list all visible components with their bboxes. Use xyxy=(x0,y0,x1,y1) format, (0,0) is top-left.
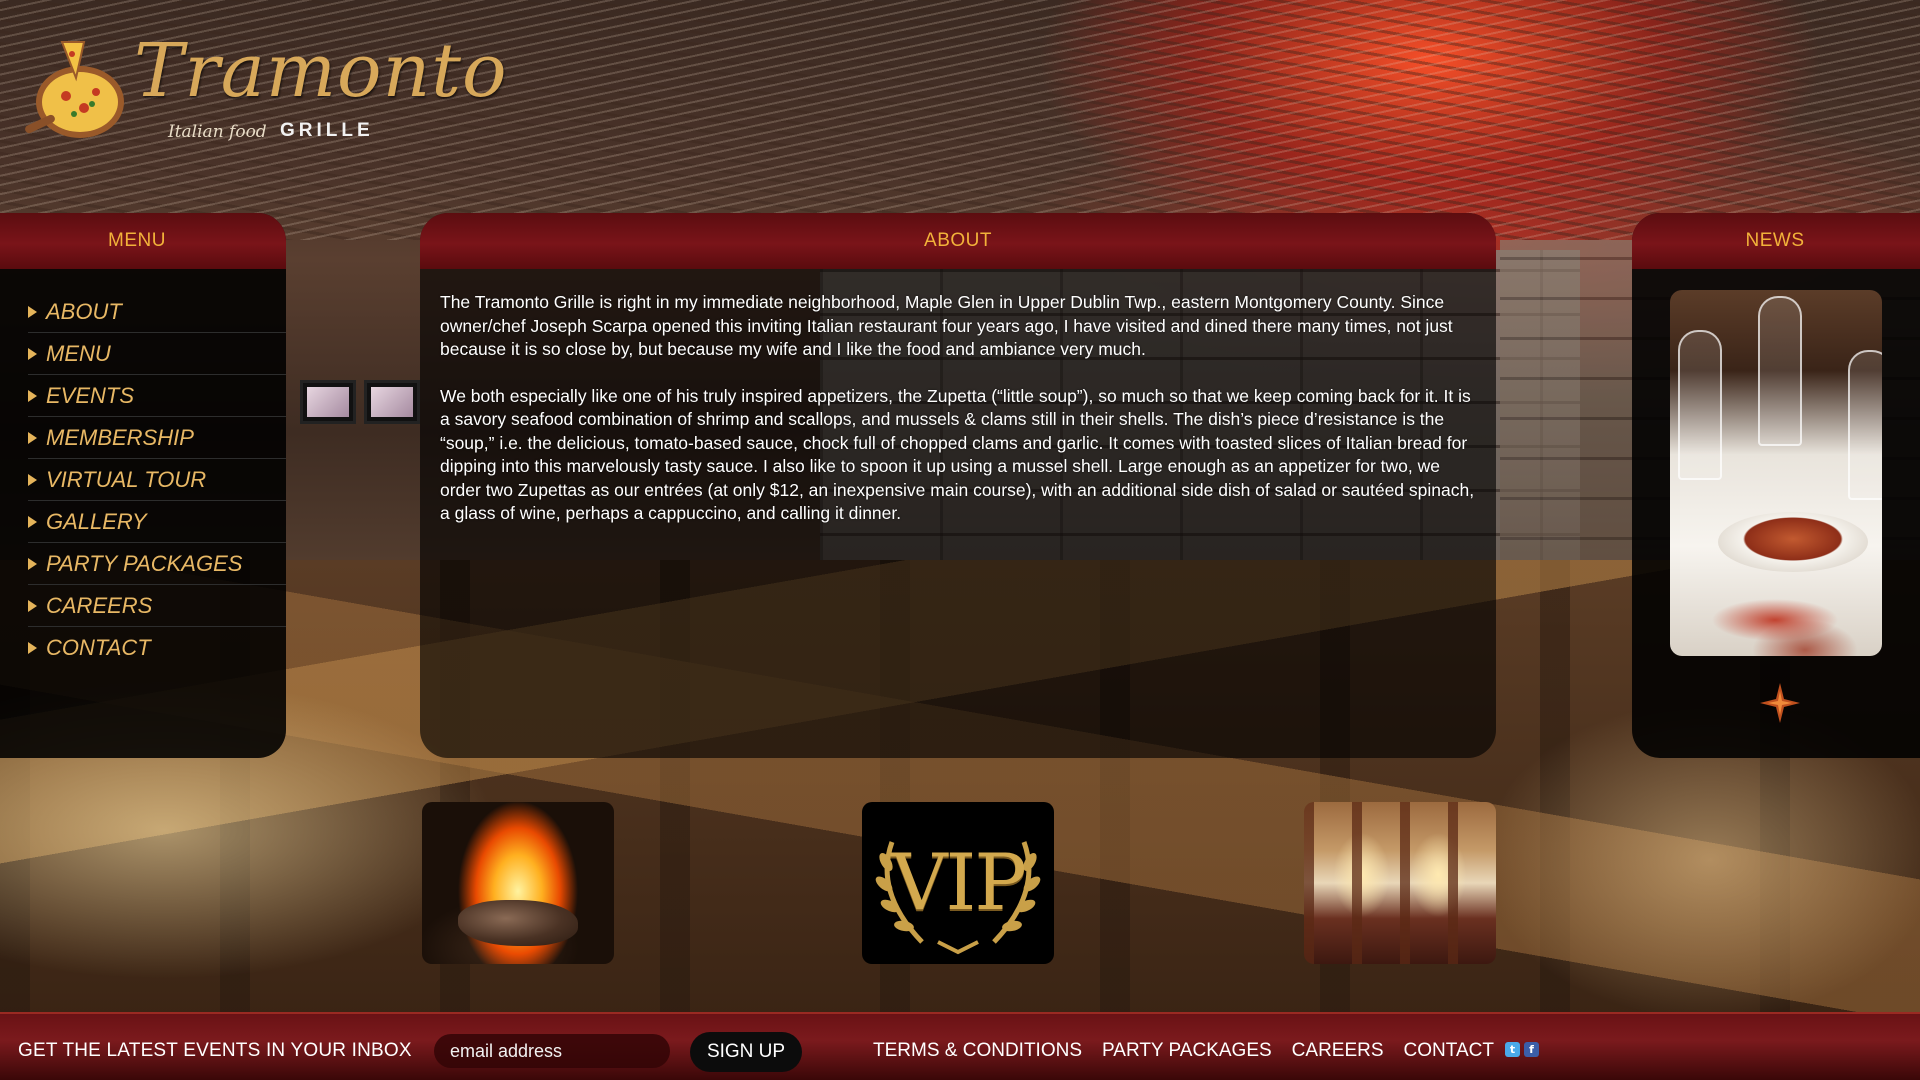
food-plate xyxy=(1718,512,1868,572)
footer-link-party-packages[interactable]: PARTY PACKAGES xyxy=(1102,1040,1272,1062)
social-links: t f xyxy=(1505,1042,1539,1057)
about-paragraph: We both especially like one of his truly… xyxy=(440,385,1475,524)
nav-item-label: VIRTUAL TOUR xyxy=(46,466,207,492)
footer-link-terms[interactable]: TERMS & CONDITIONS xyxy=(873,1040,1082,1062)
logo-brand-name: Tramonto xyxy=(134,28,508,114)
news-panel-title: NEWS xyxy=(1632,213,1920,269)
nav-item-label: MEMBERSHIP xyxy=(46,424,194,450)
nav-item-label: ABOUT xyxy=(46,298,122,324)
vip-label: VIP xyxy=(891,838,1027,928)
about-panel-title: ABOUT xyxy=(420,213,1496,269)
wall-tvs xyxy=(300,380,440,424)
wine-glass xyxy=(1678,330,1722,480)
nav-item-membership[interactable]: MEMBERSHIP xyxy=(28,417,286,459)
grilled-meat xyxy=(458,900,578,946)
grill-fire-thumbnail[interactable] xyxy=(422,802,614,964)
nav-item-events[interactable]: EVENTS xyxy=(28,375,286,417)
site-logo[interactable]: Tramonto Italian food GRILLE xyxy=(22,28,507,148)
triangle-right-icon xyxy=(28,599,37,612)
tv-screen xyxy=(300,380,356,424)
sign-up-button[interactable]: SIGN UP xyxy=(690,1032,802,1072)
footer-link-contact[interactable]: CONTACT xyxy=(1404,1040,1494,1062)
triangle-right-icon xyxy=(28,347,37,360)
wine-glass xyxy=(1848,350,1882,500)
footer-link-careers[interactable]: CAREERS xyxy=(1292,1040,1384,1062)
twitter-icon[interactable]: t xyxy=(1505,1042,1520,1057)
triangle-right-icon xyxy=(28,431,37,444)
vip-thumbnail[interactable]: VIP xyxy=(862,802,1054,964)
nav-item-party-packages[interactable]: PARTY PACKAGES xyxy=(28,543,286,585)
footer-links: TERMS & CONDITIONS PARTY PACKAGES CAREER… xyxy=(873,1040,1494,1062)
site-footer: GET THE LATEST EVENTS IN YOUR INBOX SIGN… xyxy=(0,1012,1920,1080)
pizza-paddle-icon xyxy=(25,41,124,138)
nav-item-gallery[interactable]: GALLERY xyxy=(28,501,286,543)
triangle-right-icon xyxy=(28,473,37,486)
news-photo-table-setting[interactable] xyxy=(1670,290,1882,656)
menu-panel-title: MENU xyxy=(0,213,286,269)
nav-item-label: CONTACT xyxy=(46,635,151,660)
nav-item-about[interactable]: ABOUT xyxy=(28,291,286,333)
triangle-right-icon xyxy=(28,389,37,402)
nav-item-careers[interactable]: CAREERS xyxy=(28,585,286,627)
email-field[interactable] xyxy=(434,1034,670,1068)
compass-star-icon xyxy=(1760,683,1800,723)
triangle-right-icon xyxy=(28,515,37,528)
wine-glass xyxy=(1758,296,1802,446)
about-panel: ABOUT The Tramonto Grille is right in my… xyxy=(420,213,1496,758)
about-paragraph: The Tramonto Grille is right in my immed… xyxy=(440,292,1453,359)
triangle-right-icon xyxy=(28,305,37,318)
nav-item-virtual-tour[interactable]: VIRTUAL TOUR xyxy=(28,459,286,501)
news-panel: NEWS xyxy=(1632,213,1920,758)
nav-item-label: GALLERY xyxy=(46,508,147,534)
nav-item-label: MENU xyxy=(46,340,111,366)
menu-panel: MENU ABOUT MENU EVENTS MEMBERSHIP VIRTUA… xyxy=(0,213,286,758)
facebook-icon[interactable]: f xyxy=(1524,1042,1539,1057)
triangle-right-icon xyxy=(28,557,37,570)
newsletter-cta: GET THE LATEST EVENTS IN YOUR INBOX xyxy=(18,1040,412,1061)
logo-suffix: GRILLE xyxy=(280,120,374,141)
nav-item-contact[interactable]: CONTACT xyxy=(28,627,286,669)
nav-item-label: EVENTS xyxy=(46,382,135,408)
nav-item-menu[interactable]: MENU xyxy=(28,333,286,375)
nav-item-label: PARTY PACKAGES xyxy=(46,550,243,576)
tv-screen xyxy=(364,380,420,424)
main-navigation: ABOUT MENU EVENTS MEMBERSHIP VIRTUAL TOU… xyxy=(0,291,286,669)
about-article: The Tramonto Grille is right in my immed… xyxy=(420,269,1496,526)
logo-tagline: Italian food xyxy=(168,122,267,142)
nav-item-label: CAREERS xyxy=(46,592,153,618)
triangle-right-icon xyxy=(28,642,37,654)
dining-hall-thumbnail[interactable] xyxy=(1304,802,1496,964)
